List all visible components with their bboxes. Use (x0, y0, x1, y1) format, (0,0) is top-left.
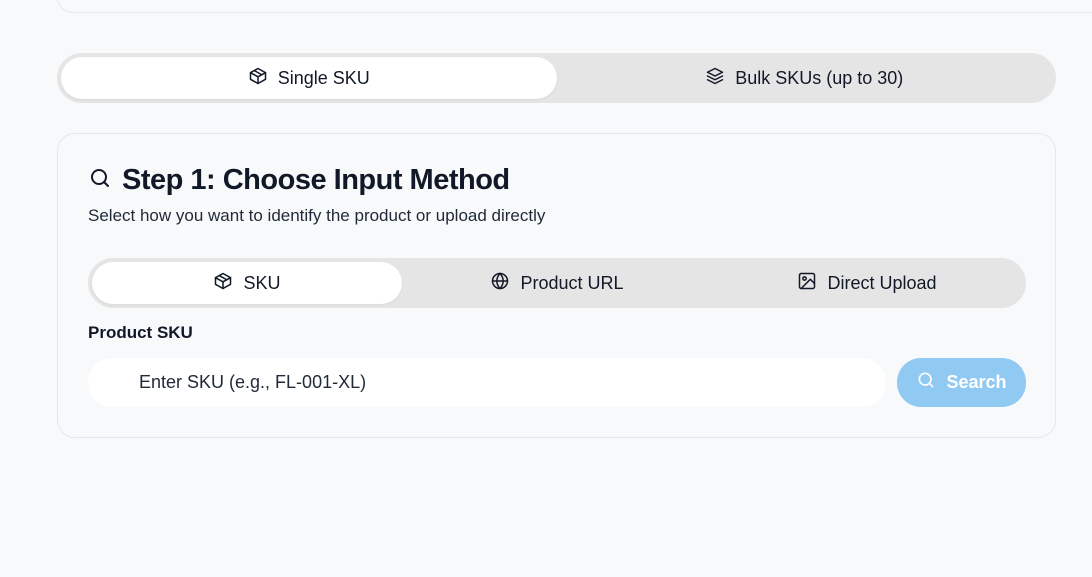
tab-single-sku-label: Single SKU (277, 67, 370, 88)
globe-icon (490, 271, 510, 296)
tab-bulk-skus[interactable]: Bulk SKUs (up to 30) (557, 57, 1053, 99)
search-icon (916, 370, 936, 395)
tab-bulk-skus-label: Bulk SKUs (up to 30) (735, 67, 904, 88)
step-subtitle: Select how you want to identify the prod… (88, 206, 546, 225)
layers-icon (705, 66, 725, 91)
search-button-label: Search (946, 372, 1007, 392)
previous-card (57, 0, 1092, 13)
search-button[interactable]: Search (897, 358, 1026, 407)
tab-single-sku[interactable]: Single SKU (61, 57, 557, 99)
tab-sku[interactable]: SKU (92, 262, 402, 304)
search-icon (88, 166, 112, 195)
step-header: Step 1: Choose Input Method (88, 164, 510, 197)
tab-direct-upload[interactable]: Direct Upload (712, 262, 1022, 304)
tab-direct-upload-label: Direct Upload (827, 272, 937, 293)
image-icon (797, 271, 817, 296)
product-sku-label: Product SKU (88, 323, 193, 342)
method-toggle: SKU Product URL Direct Upload (88, 258, 1026, 308)
tab-product-url[interactable]: Product URL (402, 262, 712, 304)
mode-toggle: Single SKU Bulk SKUs (up to 30) (57, 53, 1056, 103)
tab-sku-label: SKU (243, 272, 281, 293)
sku-input[interactable] (88, 358, 886, 407)
step-title: Step 1: Choose Input Method (122, 164, 510, 196)
step-card: Step 1: Choose Input Method Select how y… (57, 133, 1056, 438)
tab-product-url-label: Product URL (520, 272, 624, 293)
box-icon (213, 271, 233, 296)
box-icon (248, 66, 268, 91)
